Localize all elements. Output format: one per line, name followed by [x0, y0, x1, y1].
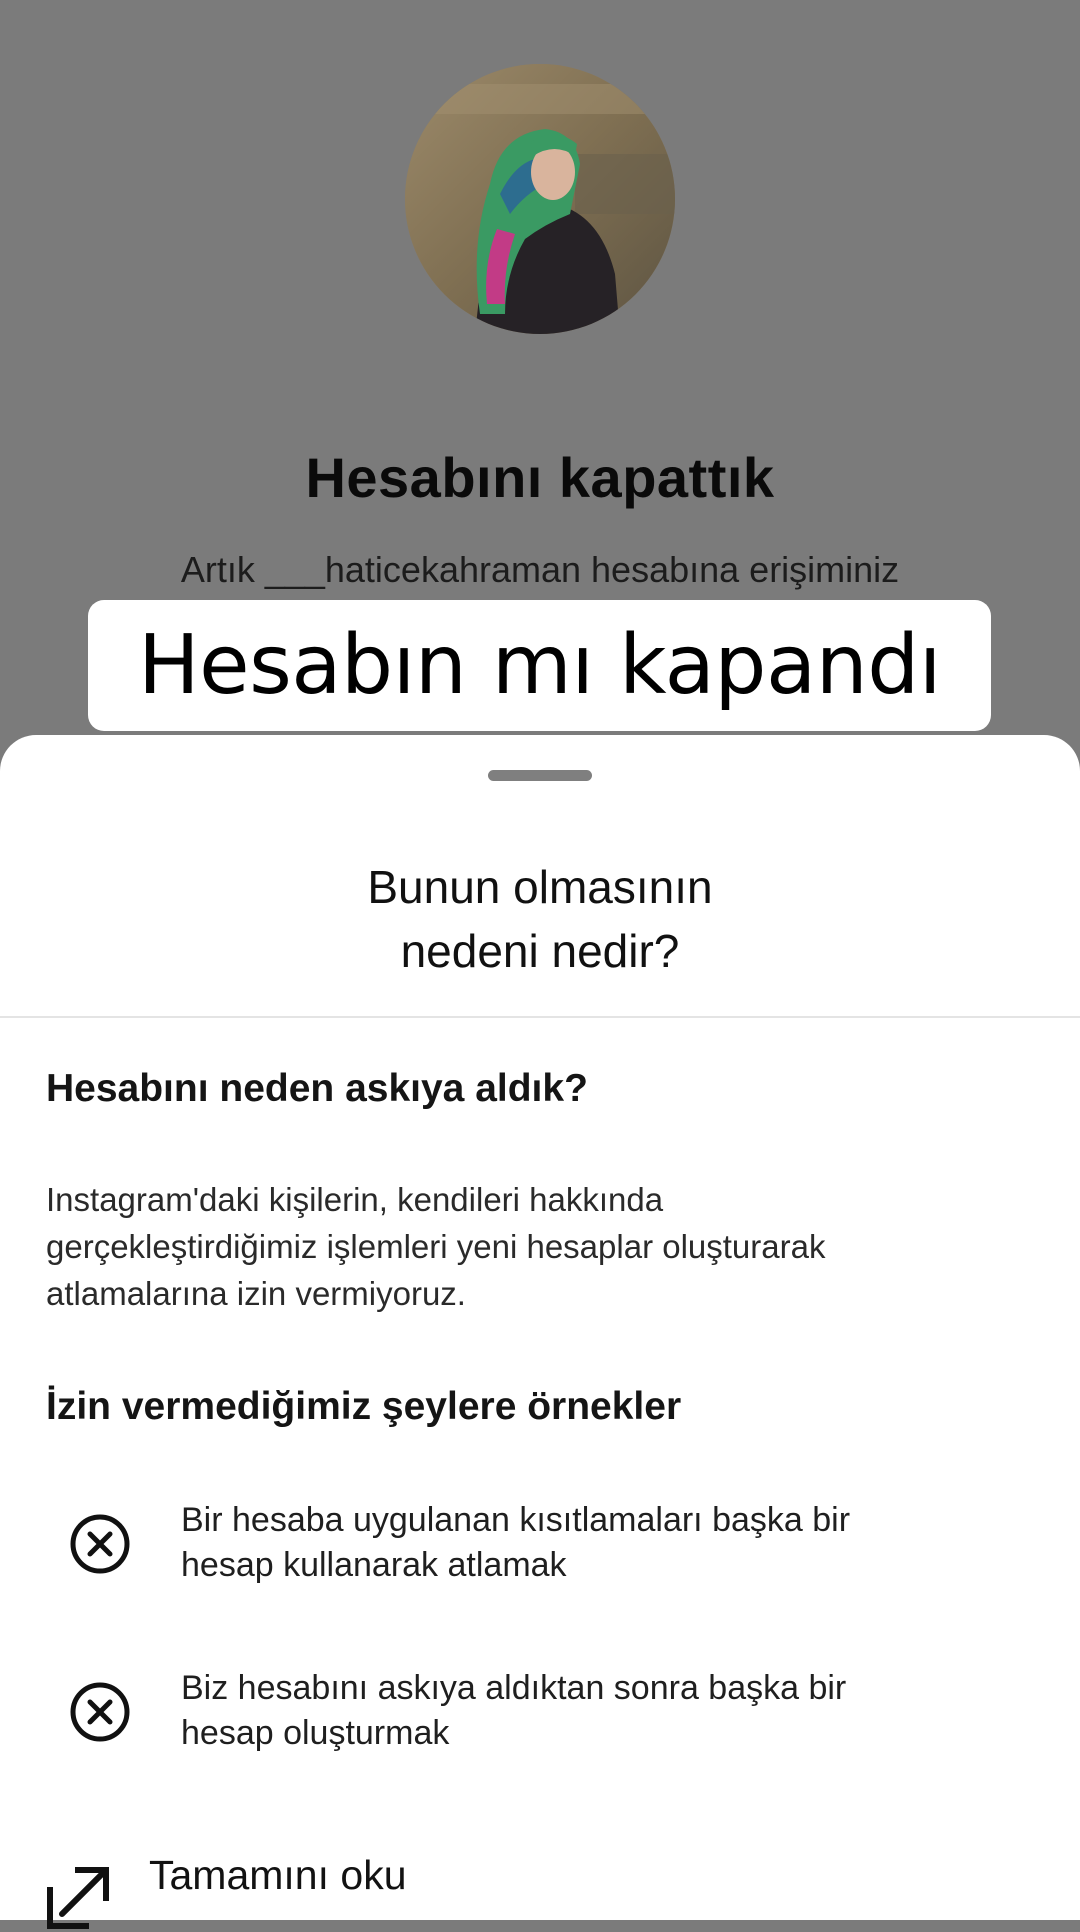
circle-x-icon: [70, 1682, 130, 1742]
body-line: Instagram'daki kişilerin, kendileri hakk…: [46, 1181, 664, 1218]
account-closed-title: Hesabını kapattık: [305, 446, 775, 509]
example-text: Bir hesaba uygulanan kısıtlamaları başka…: [181, 1498, 1041, 1588]
example-text: Biz hesabını askıya aldıktan sonra başka…: [181, 1666, 1041, 1756]
account-closed-subtitle: Artık ___haticekahraman hesabına erişimi…: [180, 549, 900, 590]
sheet-title: Bunun olmasının nedeni nedir?: [0, 855, 1080, 983]
circle-x-icon: [70, 1514, 130, 1574]
avatar-photo: [405, 64, 675, 334]
example-line: hesap kullanarak atlamak: [181, 1546, 567, 1584]
divider: [0, 1016, 1080, 1018]
example-line: Biz hesabını askıya aldıktan sonra başka…: [181, 1669, 847, 1707]
section-heading-examples: İzin vermediğimiz şeylere örnekler: [46, 1385, 682, 1428]
read-more-link[interactable]: Tamamını oku: [0, 1852, 1080, 1929]
external-link-icon: [47, 1867, 109, 1929]
section-heading-why-suspended: Hesabını neden askıya aldık?: [46, 1067, 588, 1110]
profile-avatar: [405, 64, 675, 334]
body-line: gerçekleştirdiğimiz işlemleri yeni hesap…: [46, 1228, 826, 1265]
section-body-text: Instagram'daki kişilerin, kendileri hakk…: [46, 1176, 1036, 1317]
sheet-title-line-2: nedeni nedir?: [400, 925, 680, 977]
overlay-caption: Hesabın mı kapandı: [88, 600, 991, 731]
sheet-title-line-1: Bunun olmasının: [367, 861, 713, 913]
sheet-drag-handle[interactable]: [488, 770, 592, 781]
overlay-caption-text: Hesabın mı kapandı: [137, 618, 942, 713]
example-line: Bir hesaba uygulanan kısıtlamaları başka…: [181, 1501, 851, 1539]
body-line: atlamalarına izin vermiyoruz.: [46, 1275, 466, 1312]
bottom-sheet: Bunun olmasının nedeni nedir? Hesabını n…: [0, 735, 1080, 1929]
example-line: hesap oluşturmak: [181, 1714, 450, 1752]
read-more-label[interactable]: Tamamını oku: [149, 1852, 407, 1899]
